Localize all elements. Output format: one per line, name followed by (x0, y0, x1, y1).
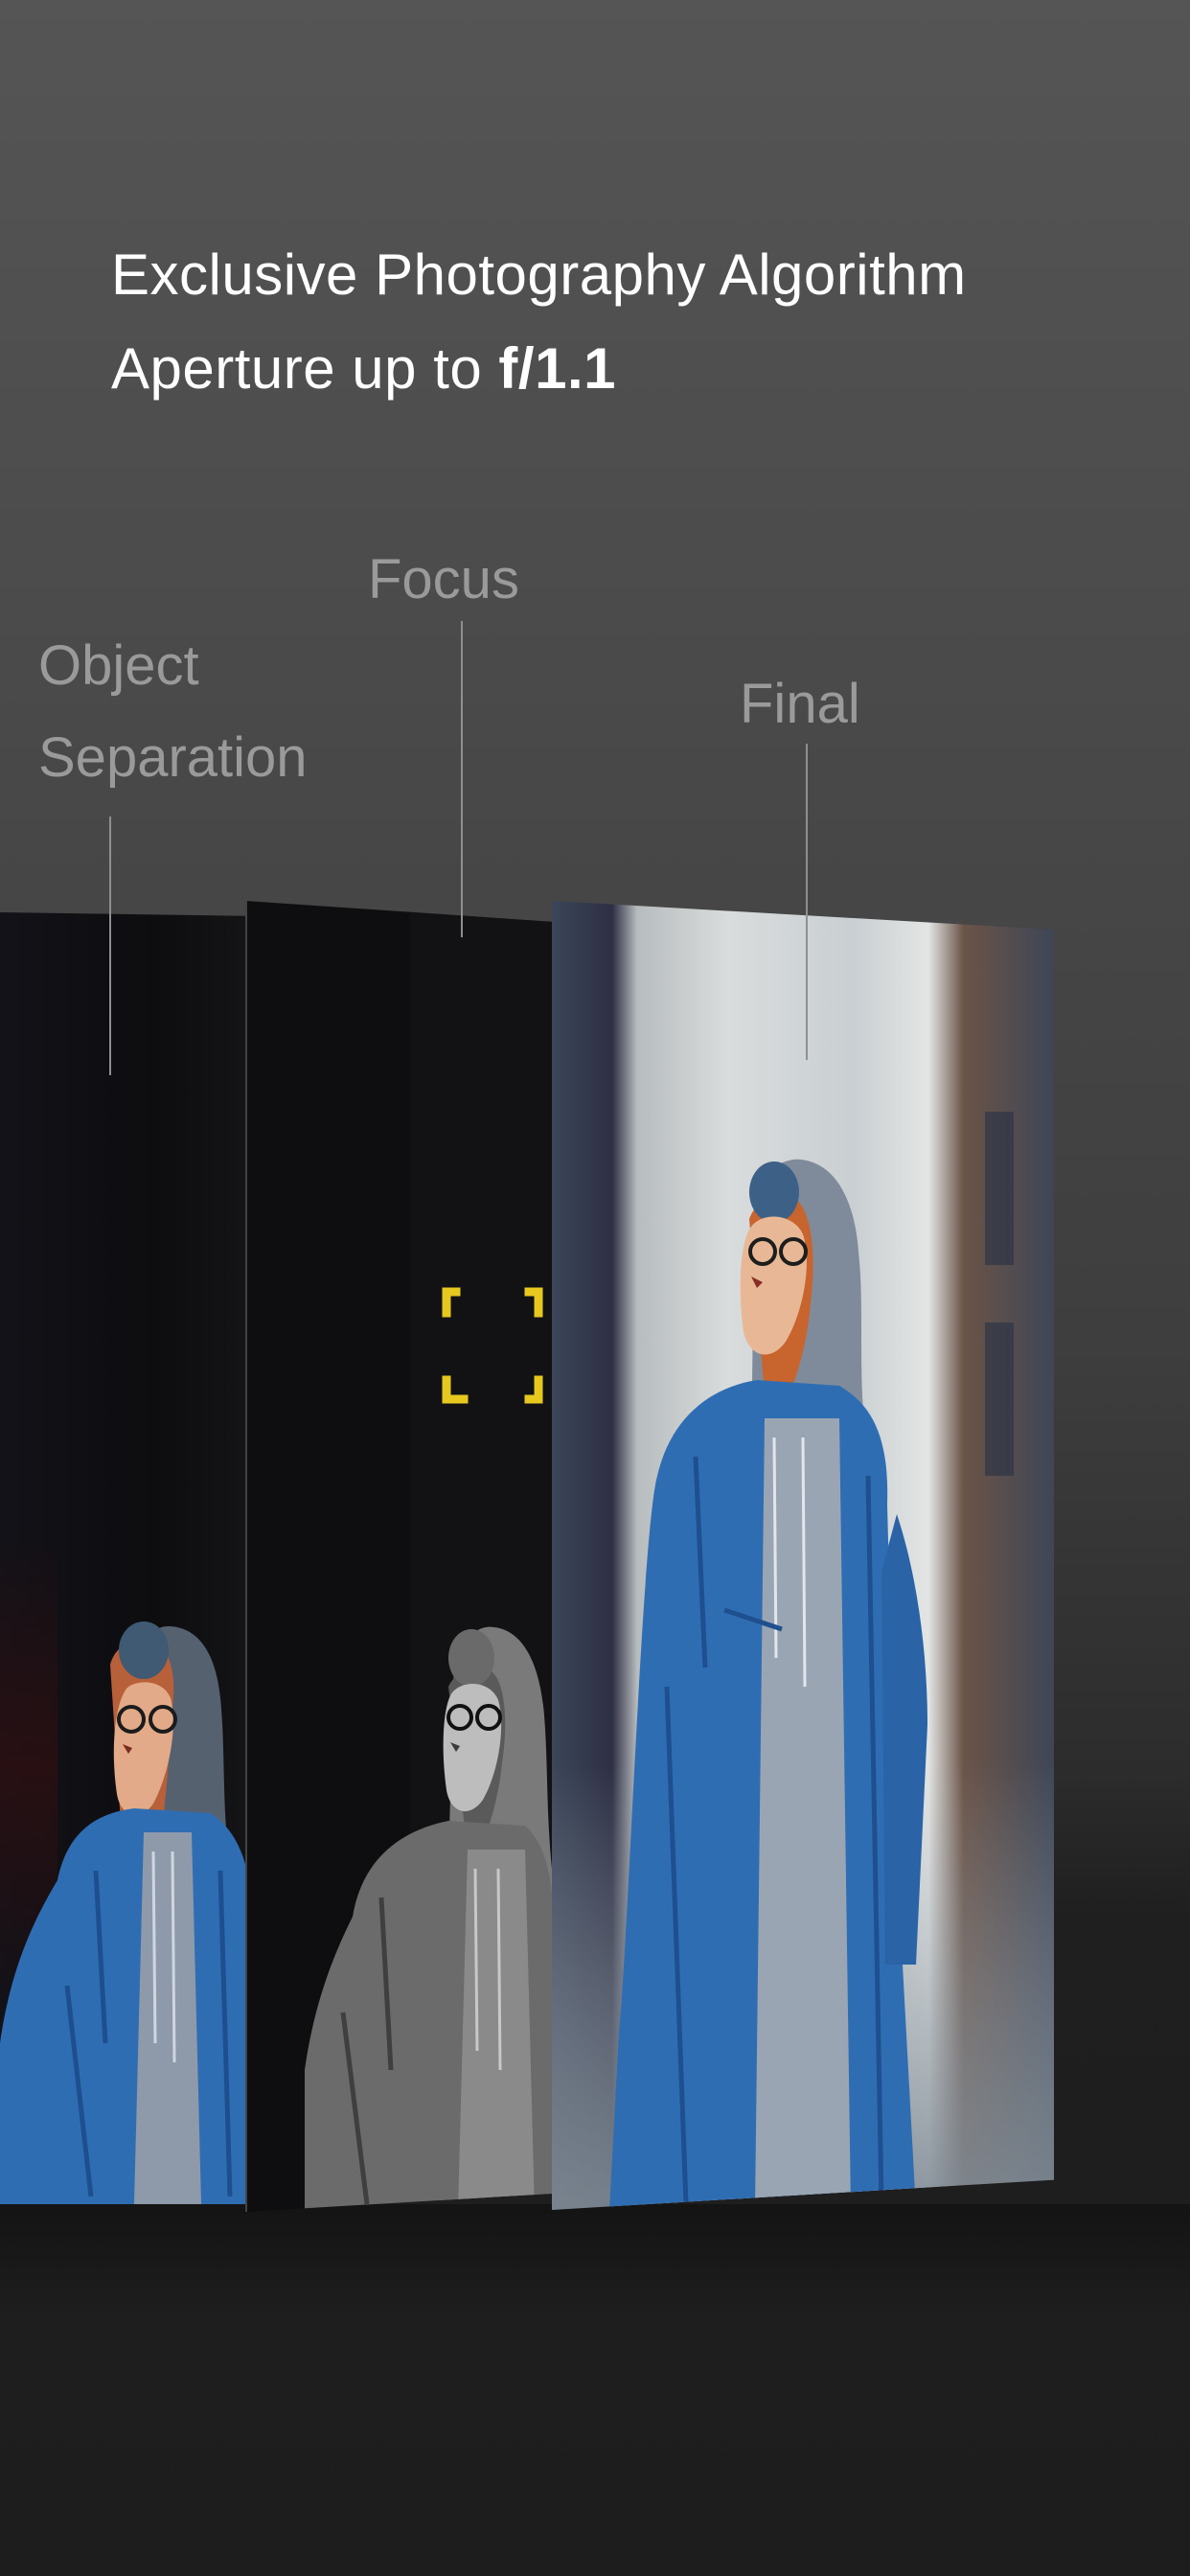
aperture-value: f/1.1 (498, 336, 616, 401)
leader-line-final (806, 744, 808, 1060)
object-separation-image (0, 912, 259, 2204)
label-object-line-2: Separation (38, 726, 308, 789)
leader-line-focus (461, 621, 463, 937)
focus-image (247, 901, 554, 2212)
label-object-line-1: Object (38, 634, 199, 697)
label-focus: Focus (368, 548, 519, 610)
headline: Exclusive Photography Algorithm Aperture… (111, 228, 967, 416)
aperture-prefix: Aperture up to (111, 336, 499, 401)
label-object-separation: Object Separation (38, 620, 308, 804)
headline-line-1: Exclusive Photography Algorithm (111, 242, 967, 307)
final-image (552, 901, 1054, 2210)
headline-line-2: Aperture up to f/1.1 (111, 322, 967, 416)
final-panel (552, 901, 1054, 2210)
object-separation-panel (0, 912, 259, 2204)
label-final: Final (740, 673, 860, 735)
focus-panel (245, 901, 554, 2212)
floor-shadow (0, 2204, 1190, 2319)
leader-line-object (109, 816, 111, 1075)
